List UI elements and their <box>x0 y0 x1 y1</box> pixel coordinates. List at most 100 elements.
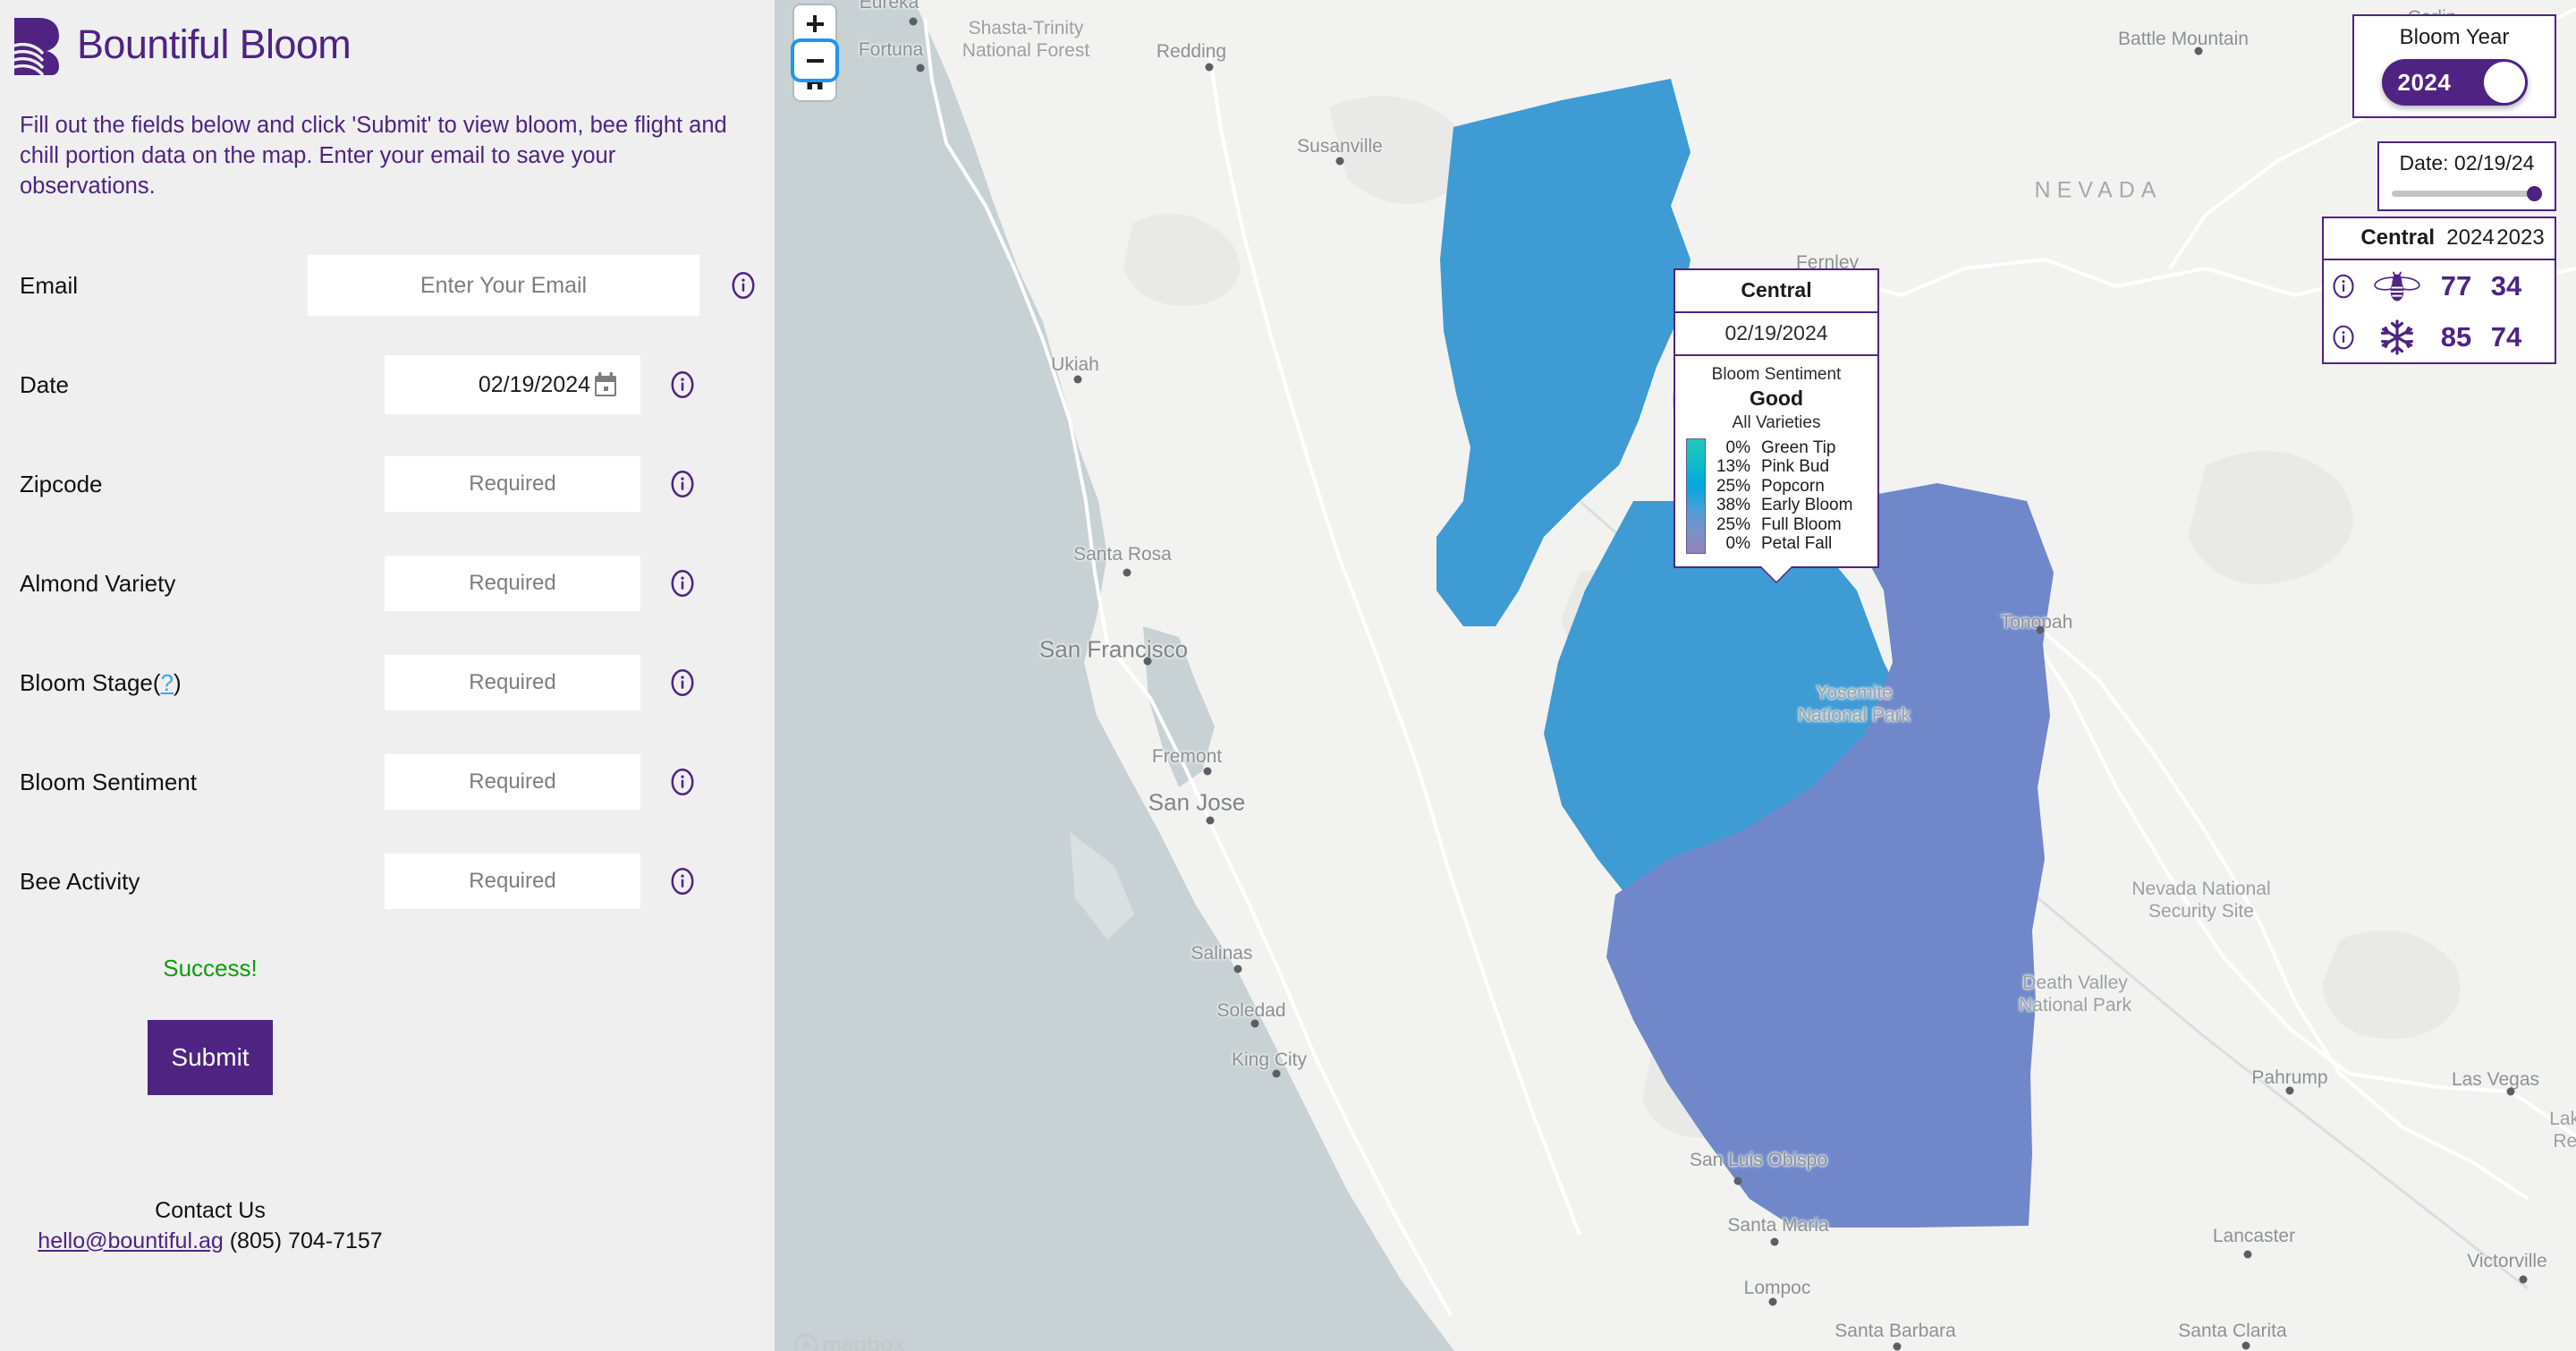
city-dot <box>916 64 925 72</box>
contact-details: hello@bountiful.ag (805) 704-7157 <box>0 1226 775 1256</box>
city-dot <box>1205 63 1214 72</box>
legend-percent: 25% <box>1716 476 1750 496</box>
label-bloom-sentiment: Bloom Sentiment <box>20 768 197 795</box>
plus-icon-v <box>813 15 817 32</box>
field-row-bloom-stage: Bloom Stage(?) <box>0 633 775 733</box>
city-dot <box>2194 47 2203 55</box>
bountiful-bloom-logo-icon <box>7 18 59 75</box>
info-icon-bloom-sentiment[interactable] <box>669 769 696 796</box>
date-slider-label: Date: 02/19/24 <box>2399 151 2535 174</box>
popup-sentiment-label: Bloom Sentiment <box>1711 365 1842 384</box>
city-dot <box>1206 816 1215 825</box>
region-popup[interactable]: Central 02/19/2024 Bloom Sentiment Good … <box>1674 268 1879 582</box>
city-dot <box>1335 157 1344 166</box>
info-icon-almond-variety[interactable] <box>669 570 696 598</box>
label-date: Date <box>20 370 69 398</box>
city-dot <box>2285 1086 2294 1095</box>
field-row-bee-activity: Bee Activity <box>0 832 775 931</box>
email-field[interactable] <box>308 255 699 317</box>
bloom-year-toggle[interactable]: 2024 <box>2381 59 2528 106</box>
zoom-in-button[interactable] <box>794 5 835 42</box>
page-title: Bountiful Bloom <box>77 21 352 67</box>
legend-stage-name: Full Bloom <box>1761 514 1842 534</box>
popup-varieties-label: All Varieties <box>1732 413 1821 432</box>
popup-date: 02/19/2024 <box>1675 311 1877 356</box>
bloom-stage-help-link[interactable]: ? <box>161 669 174 696</box>
region-stats-panel: Central 2024 2023 77 34 85 74 <box>2322 217 2556 364</box>
legend-percent: 38% <box>1716 496 1750 515</box>
city-dot <box>1272 1069 1281 1078</box>
app-root: Bountiful Bloom Fill out the fields belo… <box>0 0 2576 1351</box>
bee-activity-field[interactable] <box>385 854 640 910</box>
legend-stage-name: Pink Bud <box>1761 457 1830 477</box>
city-dot <box>2506 1087 2515 1096</box>
submit-button[interactable]: Submit <box>148 1019 273 1095</box>
field-row-bloom-sentiment: Bloom Sentiment <box>0 733 775 832</box>
map-canvas[interactable]: Eureka Fortuna Shasta-Trinity National Fore… <box>775 0 2576 1351</box>
legend-percent: 25% <box>1716 514 1750 534</box>
intro-text: Fill out the fields below and click 'Sub… <box>20 113 727 199</box>
legend-row: 0% Petal Fall <box>1713 534 1872 555</box>
info-icon-chill-row[interactable] <box>2324 325 2363 350</box>
almond-variety-field[interactable] <box>385 556 640 612</box>
info-icon-bee-row[interactable] <box>2324 274 2363 299</box>
info-icon-bloom-stage[interactable] <box>669 669 696 697</box>
mapbox-label: mapbox <box>822 1332 905 1351</box>
date-slider[interactable] <box>2392 186 2542 201</box>
bloom-sentiment-field[interactable] <box>385 754 640 811</box>
field-row-date: Date <box>0 336 775 435</box>
zipcode-field[interactable] <box>385 456 640 513</box>
popup-body: Bloom Sentiment Good All Varieties 0% Gre… <box>1675 356 1877 566</box>
label-bloom-stage: Bloom Stage(?) <box>20 668 182 696</box>
city-dot <box>1203 767 1212 776</box>
sidebar-form-panel: Bountiful Bloom Fill out the fields belo… <box>0 0 775 1351</box>
label-zipcode: Zipcode <box>20 470 103 497</box>
info-icon-zipcode[interactable] <box>669 471 696 498</box>
info-icon-email[interactable] <box>730 272 757 300</box>
city-dot <box>2519 1275 2528 1284</box>
info-icon <box>2333 274 2354 298</box>
toggle-knob <box>2483 62 2525 103</box>
zoom-out-button[interactable] <box>794 42 835 79</box>
popup-region-title: Central <box>1741 278 1812 302</box>
contact-section: Contact Us hello@bountiful.ag (805) 704-… <box>0 1195 775 1256</box>
legend-row: 38% Early Bloom <box>1713 496 1872 516</box>
city-dot <box>1770 1237 1779 1246</box>
legend-stage-name: Petal Fall <box>1761 534 1833 554</box>
info-icon-bee-activity[interactable] <box>669 868 696 896</box>
legend-percent: 13% <box>1716 457 1750 477</box>
info-icon <box>2333 325 2354 349</box>
label-bloom-stage-text: Bloom Stage <box>20 668 153 696</box>
label-almond-variety: Almond Variety <box>20 569 176 597</box>
info-icon-date[interactable] <box>669 371 696 399</box>
date-field[interactable] <box>385 355 640 415</box>
date-slider-panel: Date: 02/19/24 <box>2377 141 2556 211</box>
stats-header: Central 2024 2023 <box>2324 218 2555 260</box>
label-bee-activity: Bee Activity <box>20 867 140 895</box>
bloom-stage-legend: 0% Green Tip 13% Pink Bud 25% Popcorn 38% Early… <box>1675 438 1877 554</box>
slider-thumb[interactable] <box>2527 186 2542 201</box>
city-dot <box>1123 568 1131 577</box>
legend-item-list: 0% Green Tip 13% Pink Bud 25% Popcorn 38% Early… <box>1713 438 1872 554</box>
mapbox-attribution[interactable]: mapbox <box>794 1332 905 1351</box>
bee-glyph <box>2374 271 2420 301</box>
popup-pointer <box>1761 566 1792 582</box>
contact-email-link[interactable]: hello@bountiful.ag <box>38 1228 223 1253</box>
legend-row: 13% Pink Bud <box>1713 457 1872 478</box>
brand-header: Bountiful Bloom <box>0 0 775 75</box>
city-dot <box>1233 964 1242 973</box>
city-dot <box>1893 1342 1902 1351</box>
bloom-stage-field[interactable] <box>385 655 640 711</box>
snowflake-glyph <box>2381 319 2413 355</box>
stats-chill-2024: 85 <box>2440 320 2472 353</box>
contact-heading: Contact Us <box>155 1197 266 1223</box>
legend-row: 25% Full Bloom <box>1713 515 1872 535</box>
stats-row-bee: 77 34 <box>2324 260 2555 311</box>
submit-row: Submit <box>0 1019 775 1095</box>
city-dot <box>909 17 918 26</box>
popup-sentiment-value: Good <box>1749 387 1804 410</box>
city-dot <box>1733 1177 1742 1185</box>
stats-row-chill: 85 74 <box>2324 311 2555 362</box>
map-base-layer <box>913 0 2576 1351</box>
status-message: Success! <box>163 954 258 981</box>
